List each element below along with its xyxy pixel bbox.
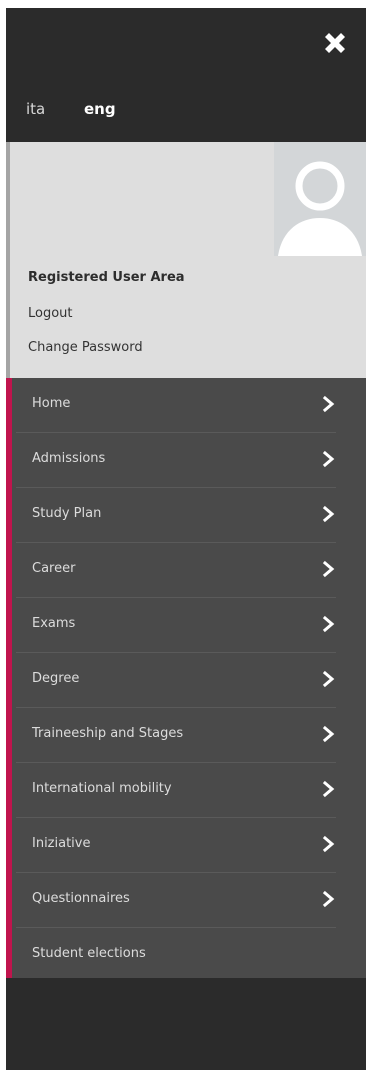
menu-item-student-elections[interactable]: Student elections xyxy=(16,928,336,982)
menu-item-admissions[interactable]: Admissions xyxy=(16,433,336,488)
chevron-right-icon xyxy=(322,725,335,743)
menu-item-label: Home xyxy=(32,396,71,411)
menu-item-label: Career xyxy=(32,561,76,576)
chevron-right-icon xyxy=(322,780,335,798)
change-password-link[interactable]: Change Password xyxy=(28,340,143,355)
menu-item-label: Degree xyxy=(32,671,80,686)
menu-item-label: Exams xyxy=(32,616,76,631)
close-button[interactable] xyxy=(318,26,352,60)
language-eng-link[interactable]: eng xyxy=(84,100,116,118)
menu-item-iniziative[interactable]: Iniziative xyxy=(16,818,336,873)
menu-item-traineeship-and-stages[interactable]: Traineeship and Stages xyxy=(16,708,336,763)
menu-item-degree[interactable]: Degree xyxy=(16,653,336,708)
menu-item-study-plan[interactable]: Study Plan xyxy=(16,488,336,543)
menu-item-international-mobility[interactable]: International mobility xyxy=(16,763,336,818)
menu-item-questionnaires[interactable]: Questionnaires xyxy=(16,873,336,928)
menu-item-label: Traineeship and Stages xyxy=(32,726,184,741)
menu-item-label: International mobility xyxy=(32,781,172,796)
menu-item-career[interactable]: Career xyxy=(16,543,336,598)
user-area-accent-bar xyxy=(6,142,10,378)
logout-link[interactable]: Logout xyxy=(28,306,73,321)
menu-item-label: Student elections xyxy=(32,946,146,961)
chevron-right-icon xyxy=(322,395,335,413)
side-menu-panel: ita eng Registered User Area Logout Chan… xyxy=(6,8,366,1070)
main-menu: Home Admissions Study Plan Career Exams Degre… xyxy=(6,378,366,978)
chevron-right-icon xyxy=(322,560,335,578)
menu-item-label: Admissions xyxy=(32,451,106,466)
menu-item-label: Questionnaires xyxy=(32,891,130,906)
language-ita-link[interactable]: ita xyxy=(26,100,45,118)
menu-item-label: Study Plan xyxy=(32,506,102,521)
chevron-right-icon xyxy=(322,890,335,908)
chevron-right-icon xyxy=(322,505,335,523)
menu-accent-bar xyxy=(6,378,12,978)
menu-item-home[interactable]: Home xyxy=(16,378,336,433)
bottom-strip xyxy=(6,978,366,1070)
chevron-right-icon xyxy=(322,450,335,468)
user-area-title: Registered User Area xyxy=(28,270,185,285)
close-icon xyxy=(325,33,345,53)
avatar xyxy=(274,142,366,256)
registered-user-area: Registered User Area Logout Change Passw… xyxy=(6,142,366,378)
chevron-right-icon xyxy=(322,835,335,853)
menu-item-label: Iniziative xyxy=(32,836,91,851)
menu-item-exams[interactable]: Exams xyxy=(16,598,336,653)
top-bar xyxy=(6,8,366,82)
language-switcher: ita eng xyxy=(6,82,366,142)
avatar-icon xyxy=(278,161,362,256)
chevron-right-icon xyxy=(322,615,335,633)
chevron-right-icon xyxy=(322,670,335,688)
